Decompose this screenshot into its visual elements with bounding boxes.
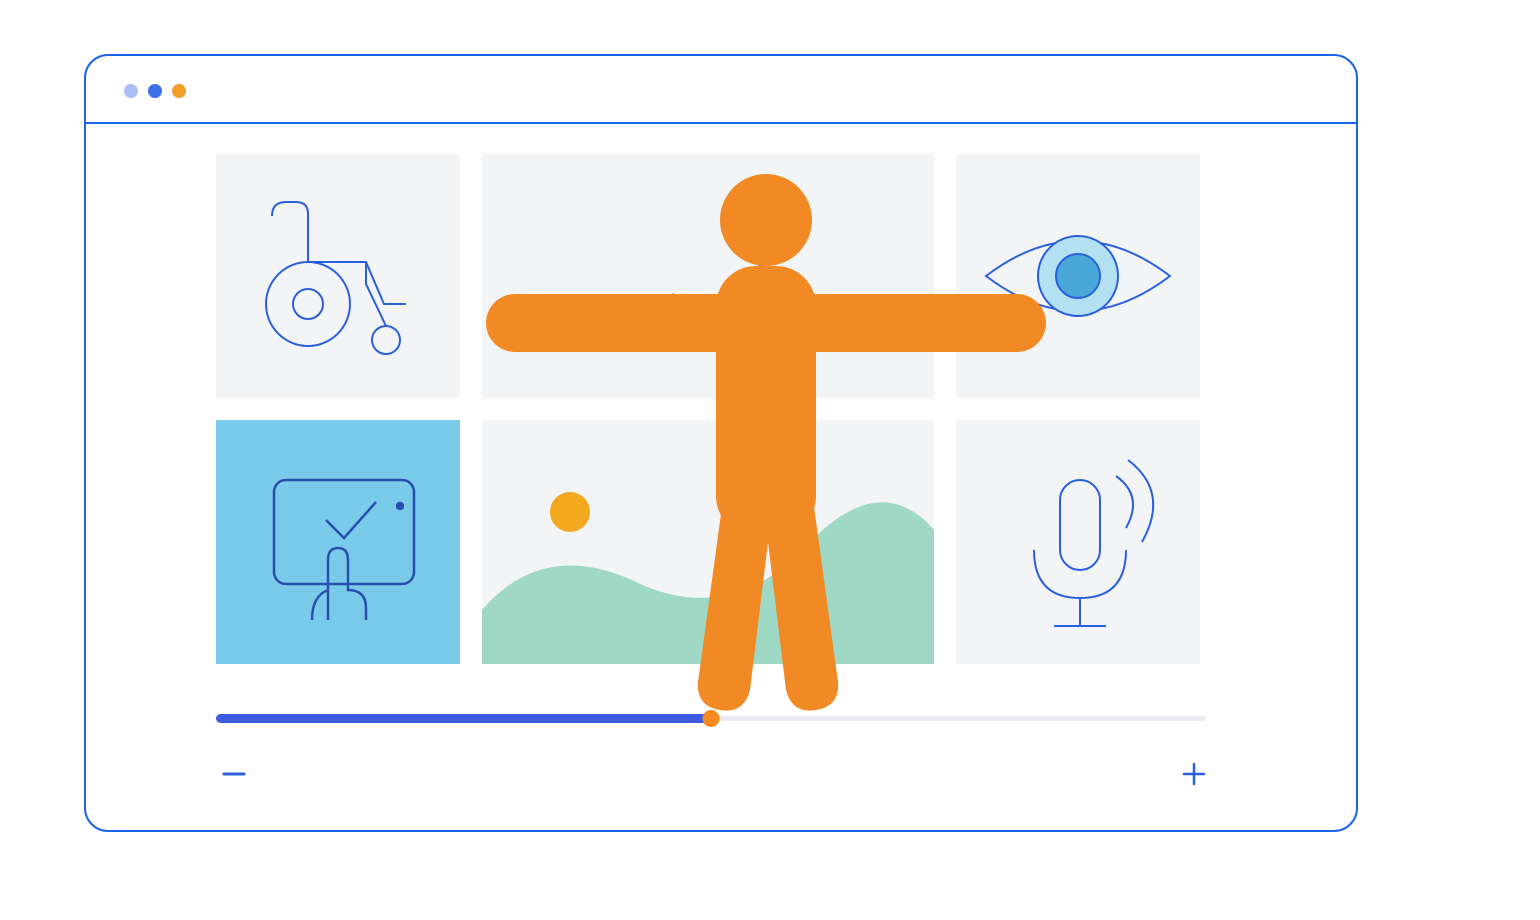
browser-window — [84, 54, 1358, 832]
zoom-out-button[interactable] — [222, 762, 246, 791]
slider-handle[interactable] — [703, 710, 720, 727]
eye-icon — [956, 154, 1200, 398]
window-titlebar — [86, 56, 1356, 124]
checkmark-icon — [482, 154, 934, 398]
slider-fill — [216, 714, 711, 723]
window-dot-close[interactable] — [172, 84, 186, 98]
tile-eye[interactable] — [956, 154, 1200, 398]
tile-wheelchair[interactable] — [216, 154, 460, 398]
touch-tablet-icon — [216, 420, 460, 664]
wheelchair-icon — [216, 154, 460, 398]
tile-center-top[interactable] — [482, 154, 934, 398]
microphone-icon — [956, 420, 1200, 664]
tile-microphone[interactable] — [956, 420, 1200, 664]
window-dot-maximize[interactable] — [148, 84, 162, 98]
plus-icon — [1182, 762, 1206, 786]
landscape-icon — [482, 420, 934, 664]
window-dot-minimize[interactable] — [124, 84, 138, 98]
tile-landscape[interactable] — [482, 420, 934, 664]
minus-icon — [222, 762, 246, 786]
tile-touch[interactable] — [216, 420, 460, 664]
zoom-in-button[interactable] — [1182, 762, 1206, 791]
